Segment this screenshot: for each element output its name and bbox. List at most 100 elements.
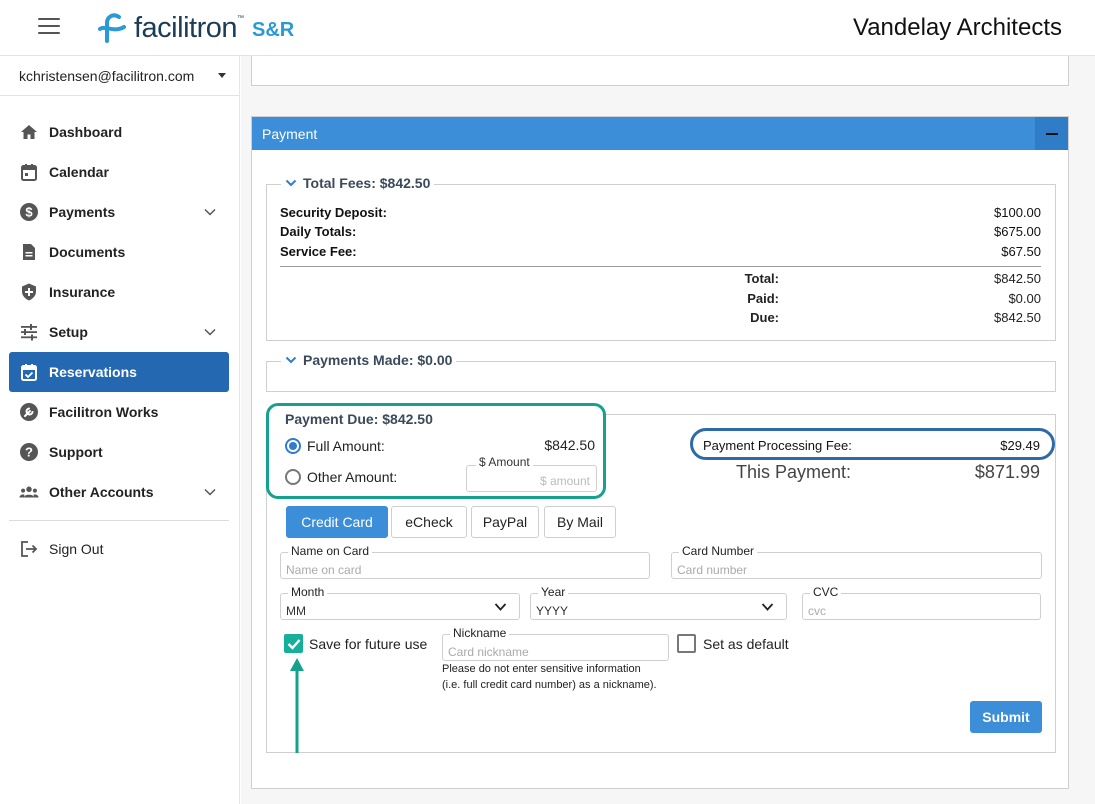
processing-fee-value: $29.49 bbox=[1000, 438, 1040, 453]
radio-selected[interactable] bbox=[285, 438, 301, 454]
set-as-default-checkbox[interactable] bbox=[677, 634, 696, 653]
chevron-down-icon bbox=[285, 356, 297, 364]
year-select[interactable]: YYYY bbox=[530, 593, 787, 620]
sidebar-item-documents[interactable]: Documents bbox=[9, 232, 229, 272]
payment-section-header: Payment bbox=[252, 117, 1068, 150]
tab-by-mail[interactable]: By Mail bbox=[544, 506, 616, 538]
year-label: Year bbox=[538, 585, 569, 599]
people-icon bbox=[19, 482, 39, 502]
sidebar-item-reservations[interactable]: Reservations bbox=[9, 352, 229, 392]
fee-row-daily-totals: Daily Totals: $675.00 bbox=[280, 224, 1041, 242]
amount-field-label: $ Amount bbox=[476, 455, 533, 469]
previous-section-card bbox=[251, 56, 1069, 86]
wrench-icon bbox=[19, 402, 39, 422]
calendar-check-icon bbox=[19, 362, 39, 382]
cvc-label: CVC bbox=[810, 585, 842, 599]
sign-out-icon bbox=[19, 539, 39, 559]
summary-label: Paid: bbox=[747, 291, 779, 306]
svg-text:?: ? bbox=[25, 445, 33, 460]
top-header: facilitron ™ S&R Vandelay Architects bbox=[0, 0, 1095, 56]
sidebar-item-facilitron-works[interactable]: Facilitron Works bbox=[9, 392, 229, 432]
organization-name: Vandelay Architects bbox=[852, 14, 1062, 41]
this-payment-value: $871.99 bbox=[974, 462, 1040, 482]
set-as-default-label: Set as default bbox=[703, 636, 789, 652]
tab-credit-card[interactable]: Credit Card bbox=[286, 506, 388, 538]
summary-value: $842.50 bbox=[994, 271, 1041, 286]
logo-trademark: ™ bbox=[237, 14, 244, 22]
sign-out-button[interactable]: Sign Out bbox=[9, 529, 229, 569]
help-icon: ? bbox=[19, 442, 39, 462]
fee-value: $67.50 bbox=[1001, 244, 1041, 259]
total-fees-panel: Total Fees: $842.50 Security Deposit: $1… bbox=[266, 175, 1056, 341]
card-number-label: Card Number bbox=[679, 544, 758, 558]
payment-due-title: Payment Due: $842.50 bbox=[285, 411, 433, 427]
full-amount-option[interactable]: Full Amount: bbox=[285, 438, 385, 454]
caret-down-icon bbox=[218, 73, 226, 78]
payment-due-box: Payment Due: $842.50 Full Amount: $842.5… bbox=[266, 403, 606, 499]
facilitron-logo-mark bbox=[98, 13, 126, 43]
chevron-down-icon[interactable] bbox=[203, 325, 217, 339]
main-content: Payment Total Fees: $842.50 Security Dep… bbox=[241, 56, 1095, 804]
other-amount-option[interactable]: Other Amount: bbox=[285, 469, 397, 485]
fee-value: $100.00 bbox=[994, 205, 1041, 220]
sidebar-item-label: Documents bbox=[49, 244, 126, 260]
total-fees-toggle[interactable]: Total Fees: $842.50 bbox=[281, 175, 435, 191]
document-icon bbox=[19, 242, 39, 262]
chevron-down-icon bbox=[285, 179, 297, 187]
payments-made-legend: Payments Made: $0.00 bbox=[303, 352, 453, 368]
sliders-icon bbox=[19, 322, 39, 342]
year-value: YYYY bbox=[536, 604, 569, 618]
radio-unselected[interactable] bbox=[285, 469, 301, 485]
this-payment-label: This Payment: bbox=[736, 462, 852, 482]
save-for-future-checkbox[interactable] bbox=[284, 634, 303, 653]
logo-wordmark: facilitron bbox=[134, 11, 238, 44]
sidebar-item-calendar[interactable]: Calendar bbox=[9, 152, 229, 192]
payments-made-toggle[interactable]: Payments Made: $0.00 bbox=[281, 352, 457, 368]
full-amount-label: Full Amount: bbox=[307, 438, 385, 454]
chevron-down-icon[interactable] bbox=[203, 205, 217, 219]
summary-label: Total: bbox=[744, 271, 779, 286]
tab-paypal[interactable]: PayPal bbox=[471, 506, 539, 538]
summary-row-total: Total: $842.50 bbox=[721, 271, 1041, 289]
sidebar-item-insurance[interactable]: Insurance bbox=[9, 272, 229, 312]
fee-label: Daily Totals: bbox=[280, 224, 357, 239]
sidebar-item-label: Payments bbox=[49, 204, 116, 220]
sidebar-item-payments[interactable]: $ Payments bbox=[9, 192, 229, 232]
fee-row-service-fee: Service Fee: $67.50 bbox=[280, 244, 1041, 262]
tab-echeck[interactable]: eCheck bbox=[391, 506, 467, 538]
total-fees-legend: Total Fees: $842.50 bbox=[303, 175, 431, 191]
processing-fee-label: Payment Processing Fee: bbox=[703, 438, 852, 453]
sidebar-item-label: Support bbox=[49, 444, 103, 460]
fees-divider bbox=[280, 266, 1041, 267]
name-on-card-label: Name on Card bbox=[288, 544, 373, 558]
sign-out-label: Sign Out bbox=[49, 541, 104, 557]
nickname-hint-line-1: Please do not enter sensitive informatio… bbox=[442, 663, 641, 675]
sidebar-item-dashboard[interactable]: Dashboard bbox=[9, 112, 229, 152]
full-amount-value: $842.50 bbox=[544, 437, 595, 453]
summary-value: $0.00 bbox=[1008, 291, 1041, 306]
month-value: MM bbox=[286, 604, 306, 618]
svg-text:$: $ bbox=[25, 205, 33, 220]
submit-button[interactable]: Submit bbox=[970, 701, 1042, 733]
facilitron-logo[interactable]: facilitron ™ S&R bbox=[96, 10, 294, 46]
payment-section-title: Payment bbox=[262, 125, 318, 142]
logo-suffix: S&R bbox=[252, 18, 295, 41]
home-icon bbox=[19, 122, 39, 142]
summary-value: $842.50 bbox=[994, 310, 1041, 325]
month-label: Month bbox=[288, 585, 328, 599]
sidebar-item-label: Other Accounts bbox=[49, 484, 154, 500]
sidebar-item-label: Reservations bbox=[49, 364, 137, 380]
menu-icon[interactable] bbox=[38, 18, 60, 36]
amount-input[interactable]: $ amount bbox=[466, 465, 597, 492]
sidebar-item-support[interactable]: ? Support bbox=[9, 432, 229, 472]
sidebar-item-label: Calendar bbox=[49, 164, 109, 180]
sidebar-item-label: Setup bbox=[49, 324, 88, 340]
user-account-dropdown[interactable]: kchristensen@facilitron.com bbox=[0, 56, 240, 96]
check-icon bbox=[287, 638, 300, 650]
sidebar-item-other-accounts[interactable]: Other Accounts bbox=[9, 472, 229, 512]
collapse-button[interactable] bbox=[1035, 117, 1068, 150]
chevron-down-icon[interactable] bbox=[203, 485, 217, 499]
sidebar-item-setup[interactable]: Setup bbox=[9, 312, 229, 352]
summary-row-paid: Paid: $0.00 bbox=[721, 291, 1041, 309]
chevron-down-icon bbox=[761, 603, 774, 611]
